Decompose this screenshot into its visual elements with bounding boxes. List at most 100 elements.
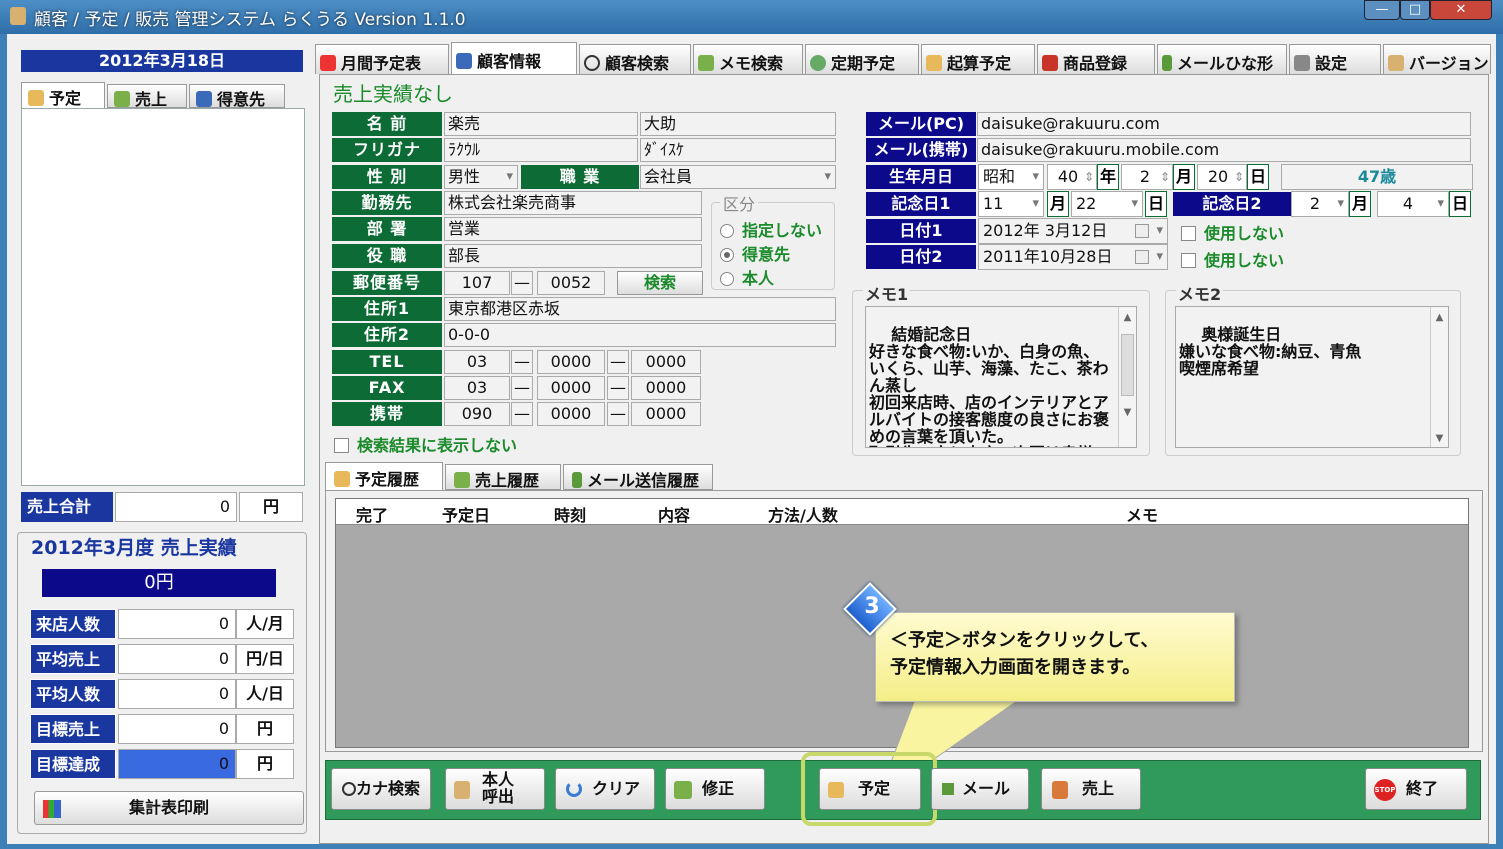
monthly-sales-value: 0円 (42, 569, 276, 597)
column-memo[interactable]: メモ (1126, 502, 1158, 526)
tab-memo-search[interactable]: メモ検索 (693, 44, 803, 74)
mail-pc-field[interactable]: daisuke@rakuuru.com (977, 112, 1471, 136)
tel1-field[interactable]: 03 (444, 350, 510, 374)
alarm-icon (926, 55, 942, 71)
tab-version[interactable]: バージョン (1383, 44, 1491, 74)
scroll-up-icon[interactable]: ▲ (1431, 309, 1448, 326)
tel2-field[interactable]: 0000 (537, 350, 605, 374)
tab-customer-info[interactable]: 顧客情報 (451, 42, 577, 74)
mobile1-field[interactable]: 090 (444, 402, 510, 426)
radio-button[interactable] (720, 248, 734, 262)
tel3-field[interactable]: 0000 (631, 350, 701, 374)
kana-search-button[interactable]: カナ検索 (331, 768, 431, 810)
date1-unused-checkbox[interactable]: 使用しない (1181, 220, 1284, 244)
column-method-people[interactable]: 方法/人数 (768, 502, 838, 526)
radio-button[interactable] (720, 224, 734, 238)
memo2-scrollbar[interactable]: ▲ ▼ (1430, 307, 1448, 447)
scroll-up-icon[interactable]: ▲ (1119, 309, 1136, 326)
tab-customer-search[interactable]: 顧客検索 (579, 44, 691, 74)
left-tab-schedule[interactable]: 予定 (21, 82, 105, 108)
left-tab-sales[interactable]: 売上 (107, 84, 187, 109)
close-button[interactable]: ✕ (1430, 0, 1492, 20)
date1-picker[interactable]: 2012年 3月12日 ▾ (978, 218, 1168, 244)
maximize-button[interactable]: □ (1400, 0, 1430, 20)
column-content[interactable]: 内容 (658, 502, 690, 526)
zip1-field[interactable]: 107 (444, 271, 510, 295)
zip-search-button[interactable]: 検索 (617, 271, 703, 295)
department-field[interactable]: 営業 (444, 217, 702, 241)
fax1-field[interactable]: 03 (444, 376, 510, 400)
kana-last-field[interactable]: ﾗｸｳﾙ (444, 138, 638, 162)
fax2-field[interactable]: 0000 (537, 376, 605, 400)
label-department: 部 署 (332, 217, 442, 241)
category-option-self[interactable]: 本人 (720, 265, 774, 289)
calendar-icon (1135, 224, 1149, 238)
mail-button[interactable]: メール (931, 768, 1029, 810)
history-tab-schedule[interactable]: 予定履歴 (325, 462, 443, 490)
label-position: 役 職 (332, 244, 442, 268)
minimize-button[interactable]: — (1364, 0, 1400, 20)
checkbox-box[interactable] (334, 438, 349, 453)
anniversary2-month-select[interactable]: 2 (1291, 191, 1349, 217)
position-field[interactable]: 部長 (444, 244, 702, 268)
category-option-none[interactable]: 指定しない (720, 217, 822, 241)
print-summary-button[interactable]: 集計表印刷 (34, 791, 304, 825)
category-option-client[interactable]: 得意先 (720, 241, 790, 265)
main-window: 2012年3月18日 予定 売上 得意先 売上合計 0 円 2012年3月度 売… (7, 34, 1496, 844)
self-call-button[interactable]: 本人 呼出 (445, 768, 545, 810)
address2-field[interactable]: 0-0-0 (444, 323, 836, 347)
gender-select[interactable]: 男性 (444, 165, 518, 189)
hide-in-search-checkbox[interactable]: 検索結果に表示しない (334, 432, 517, 456)
schedule-button[interactable]: 予定 (819, 768, 921, 810)
memo1-textarea[interactable]: 結婚記念日 好きな食べ物:いか、白身の魚、いくら、山芋、海藻、たこ、茶わん蒸し … (865, 306, 1137, 448)
tab-product-registration[interactable]: 商品登録 (1037, 44, 1155, 74)
column-date[interactable]: 予定日 (442, 502, 490, 526)
checkbox-box[interactable] (1181, 226, 1196, 241)
label-address2: 住所2 (332, 323, 442, 347)
scroll-down-icon[interactable]: ▼ (1119, 404, 1136, 421)
memo2-textarea[interactable]: 奥様誕生日 嫌いな食べ物:納豆、青魚 喫煙席希望 ▲ ▼ (1175, 306, 1449, 448)
left-schedule-list[interactable] (21, 108, 305, 486)
scroll-thumb[interactable] (1121, 334, 1134, 396)
kana-first-field[interactable]: ﾀﾞｲｽｹ (640, 138, 836, 162)
birth-year-spinner[interactable]: 40 (1047, 164, 1097, 190)
column-time[interactable]: 時刻 (554, 502, 586, 526)
date2-unused-checkbox[interactable]: 使用しない (1181, 247, 1284, 271)
sales-button[interactable]: 売上 (1041, 768, 1141, 810)
zip2-field[interactable]: 0052 (537, 271, 605, 295)
mobile3-field[interactable]: 0000 (631, 402, 701, 426)
company-field[interactable]: 株式会社楽売商事 (444, 191, 702, 215)
radio-button[interactable] (720, 272, 734, 286)
last-name-field[interactable]: 楽売 (444, 112, 638, 136)
exit-button[interactable]: STOP 終了 (1365, 768, 1467, 810)
memo1-scrollbar[interactable]: ▲ ▼ (1118, 307, 1136, 447)
checkbox-box[interactable] (1181, 253, 1196, 268)
era-select[interactable]: 昭和 (978, 164, 1044, 190)
anniversary2-day-select[interactable]: 4 (1377, 191, 1449, 217)
scroll-down-icon[interactable]: ▼ (1431, 430, 1448, 447)
date2-picker[interactable]: 2011年10月28日 ▾ (978, 244, 1168, 270)
left-tab-clients[interactable]: 得意先 (189, 84, 285, 109)
tab-monthly-schedule[interactable]: 月間予定表 (315, 44, 449, 74)
sales-total-label: 売上合計 (21, 492, 113, 522)
address1-field[interactable]: 東京都港区赤坂 (444, 297, 836, 321)
anniversary1-day-select[interactable]: 22 (1071, 191, 1143, 217)
tab-settings[interactable]: 設定 (1289, 44, 1381, 74)
tab-regular-schedule[interactable]: 定期予定 (805, 44, 919, 74)
history-tab-mail[interactable]: メール送信履歴 (563, 464, 713, 490)
tab-mail-template[interactable]: メールひな形 (1157, 44, 1287, 74)
anniversary1-month-select[interactable]: 11 (978, 191, 1044, 217)
job-select[interactable]: 会社員 (640, 165, 836, 189)
mail-mobile-field[interactable]: daisuke@rakuuru.mobile.com (977, 138, 1471, 162)
mobile2-field[interactable]: 0000 (537, 402, 605, 426)
history-tab-sales[interactable]: 売上履歴 (445, 464, 561, 490)
first-name-field[interactable]: 大助 (640, 112, 836, 136)
clear-button[interactable]: クリア (555, 768, 655, 810)
tab-reckoning-schedule[interactable]: 起算予定 (921, 44, 1035, 74)
label-date1: 日付1 (866, 219, 976, 243)
column-done[interactable]: 完了 (356, 502, 388, 526)
edit-button[interactable]: 修正 (665, 768, 765, 810)
fax3-field[interactable]: 0000 (631, 376, 701, 400)
birth-day-spinner[interactable]: 20 (1197, 164, 1247, 190)
birth-month-spinner[interactable]: 2 (1121, 164, 1173, 190)
